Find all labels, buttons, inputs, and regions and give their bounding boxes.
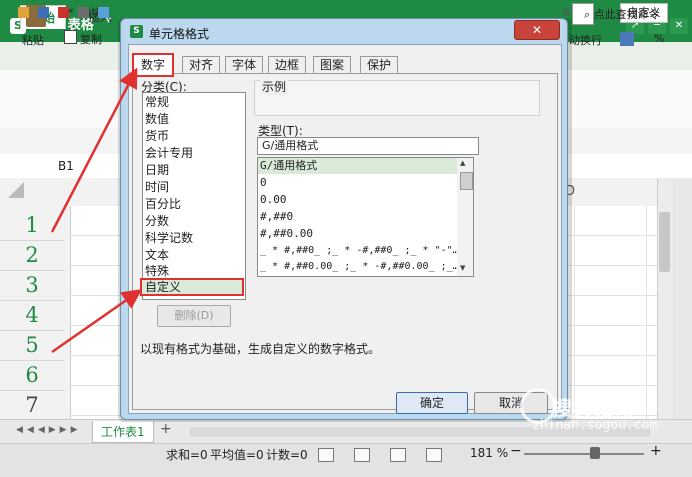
zoom-level[interactable]: 181 %	[470, 446, 508, 460]
format-item[interactable]: 0	[260, 175, 267, 191]
copy-button[interactable]: 复制	[80, 31, 102, 47]
find-command-label: 点此查找命令	[593, 8, 660, 21]
tab-number[interactable]: 数字	[132, 53, 175, 77]
category-item[interactable]: 日期	[145, 162, 169, 179]
zoom-out-button[interactable]: −	[510, 443, 522, 459]
zoom-in-button[interactable]: +	[650, 443, 662, 459]
close-window-icon[interactable]: ✕	[670, 18, 688, 34]
save-icon[interactable]	[38, 7, 49, 18]
ok-button[interactable]: 确定	[396, 392, 468, 414]
status-sum: 求和=0	[166, 448, 208, 462]
row-header[interactable]: 6	[0, 360, 64, 391]
find-command[interactable]: ⌕ 点此查找命令	[584, 6, 660, 22]
copy-icon[interactable]	[64, 30, 77, 44]
dialog-title: 单元格格式	[149, 27, 210, 41]
zoom-slider-handle[interactable]	[590, 447, 600, 459]
zoom-slider-track[interactable]	[524, 453, 644, 455]
currency-icon[interactable]	[620, 32, 634, 46]
format-item[interactable]: #,##0	[260, 209, 293, 225]
format-item[interactable]: 0.00	[260, 192, 287, 208]
status-average: 平均值=0	[210, 448, 264, 462]
percent-button[interactable]: %	[654, 32, 664, 45]
page-layout-view-icon[interactable]	[354, 448, 370, 462]
print-preview-icon[interactable]	[98, 7, 109, 18]
format-item[interactable]: _ * #,##0_ ;_ * -#,##0_ ;_ * "-"…	[260, 243, 459, 259]
sample-label: 示例	[260, 78, 289, 95]
side-panel-edge	[673, 178, 692, 419]
sheet-tab[interactable]: 工作表1	[92, 421, 154, 443]
watermark-text: 搜狗指南	[552, 396, 636, 420]
category-item[interactable]: 文本	[145, 247, 169, 264]
status-bar	[0, 443, 692, 477]
tab-font[interactable]: 字体	[225, 56, 264, 73]
format-description: 以现有格式为基础，生成自定义的数字格式。	[140, 342, 381, 356]
open-folder-icon[interactable]	[18, 7, 29, 18]
category-item[interactable]: 分数	[145, 213, 169, 230]
format-list-scroll-thumb[interactable]	[460, 172, 473, 190]
status-count: 计数=0	[266, 448, 308, 462]
sheet-nav-arrows-icon[interactable]: ◀◀◀▶▶▶	[16, 425, 82, 435]
row-header[interactable]: 4	[0, 300, 64, 331]
row-header[interactable]: 5	[0, 330, 64, 361]
tab-pattern[interactable]: 图案	[313, 56, 352, 73]
select-all-corner[interactable]	[8, 182, 24, 198]
vertical-scroll-thumb[interactable]	[659, 212, 670, 272]
category-item[interactable]: 时间	[145, 179, 169, 196]
export-pdf-icon[interactable]	[58, 7, 69, 18]
add-sheet-button[interactable]: +	[160, 421, 172, 437]
category-item-custom[interactable]: 自定义	[145, 279, 181, 296]
category-item[interactable]: 特殊	[145, 263, 169, 280]
category-item[interactable]: 货币	[145, 128, 169, 145]
delete-button[interactable]: 删除(D)	[157, 305, 231, 327]
category-item[interactable]: 科学记数	[145, 230, 193, 247]
tab-border[interactable]: 边框	[268, 56, 307, 73]
cell-reference[interactable]: B1	[58, 159, 74, 173]
row-header[interactable]: 7	[0, 390, 64, 421]
format-item[interactable]: _ * #,##0.00_ ;_ * -#,##0.00_ ;_…	[260, 259, 459, 275]
dialog-close-button[interactable]: ✕	[514, 20, 560, 40]
paste-button[interactable]: 粘贴	[22, 32, 44, 48]
page-break-view-icon[interactable]	[390, 448, 406, 462]
tab-alignment[interactable]: 对齐	[182, 56, 221, 73]
scroll-down-icon[interactable]: ▼	[460, 264, 465, 272]
type-input[interactable]: G/通用格式	[257, 137, 479, 155]
search-icon: ⌕	[584, 8, 591, 21]
category-item[interactable]: 百分比	[145, 196, 181, 213]
sample-group	[254, 80, 540, 116]
scroll-up-icon[interactable]: ▲	[460, 159, 465, 167]
format-item[interactable]: #,##0.00	[260, 226, 313, 242]
tab-protection[interactable]: 保护	[360, 56, 399, 73]
watermark-url: zhinan.sogou.com	[532, 418, 658, 433]
reading-view-icon[interactable]	[426, 448, 442, 462]
row-header[interactable]: 3	[0, 270, 64, 301]
format-item[interactable]: G/通用格式	[260, 158, 317, 174]
category-item[interactable]: 数值	[145, 111, 169, 128]
wps-dialog-icon: S	[130, 25, 143, 38]
category-item[interactable]: 常规	[145, 94, 169, 111]
print-icon[interactable]	[78, 7, 89, 18]
normal-view-icon[interactable]	[318, 448, 334, 462]
category-item[interactable]: 会计专用	[145, 145, 193, 162]
row-header[interactable]: 2	[0, 240, 64, 271]
row-header[interactable]: 1	[0, 210, 64, 241]
